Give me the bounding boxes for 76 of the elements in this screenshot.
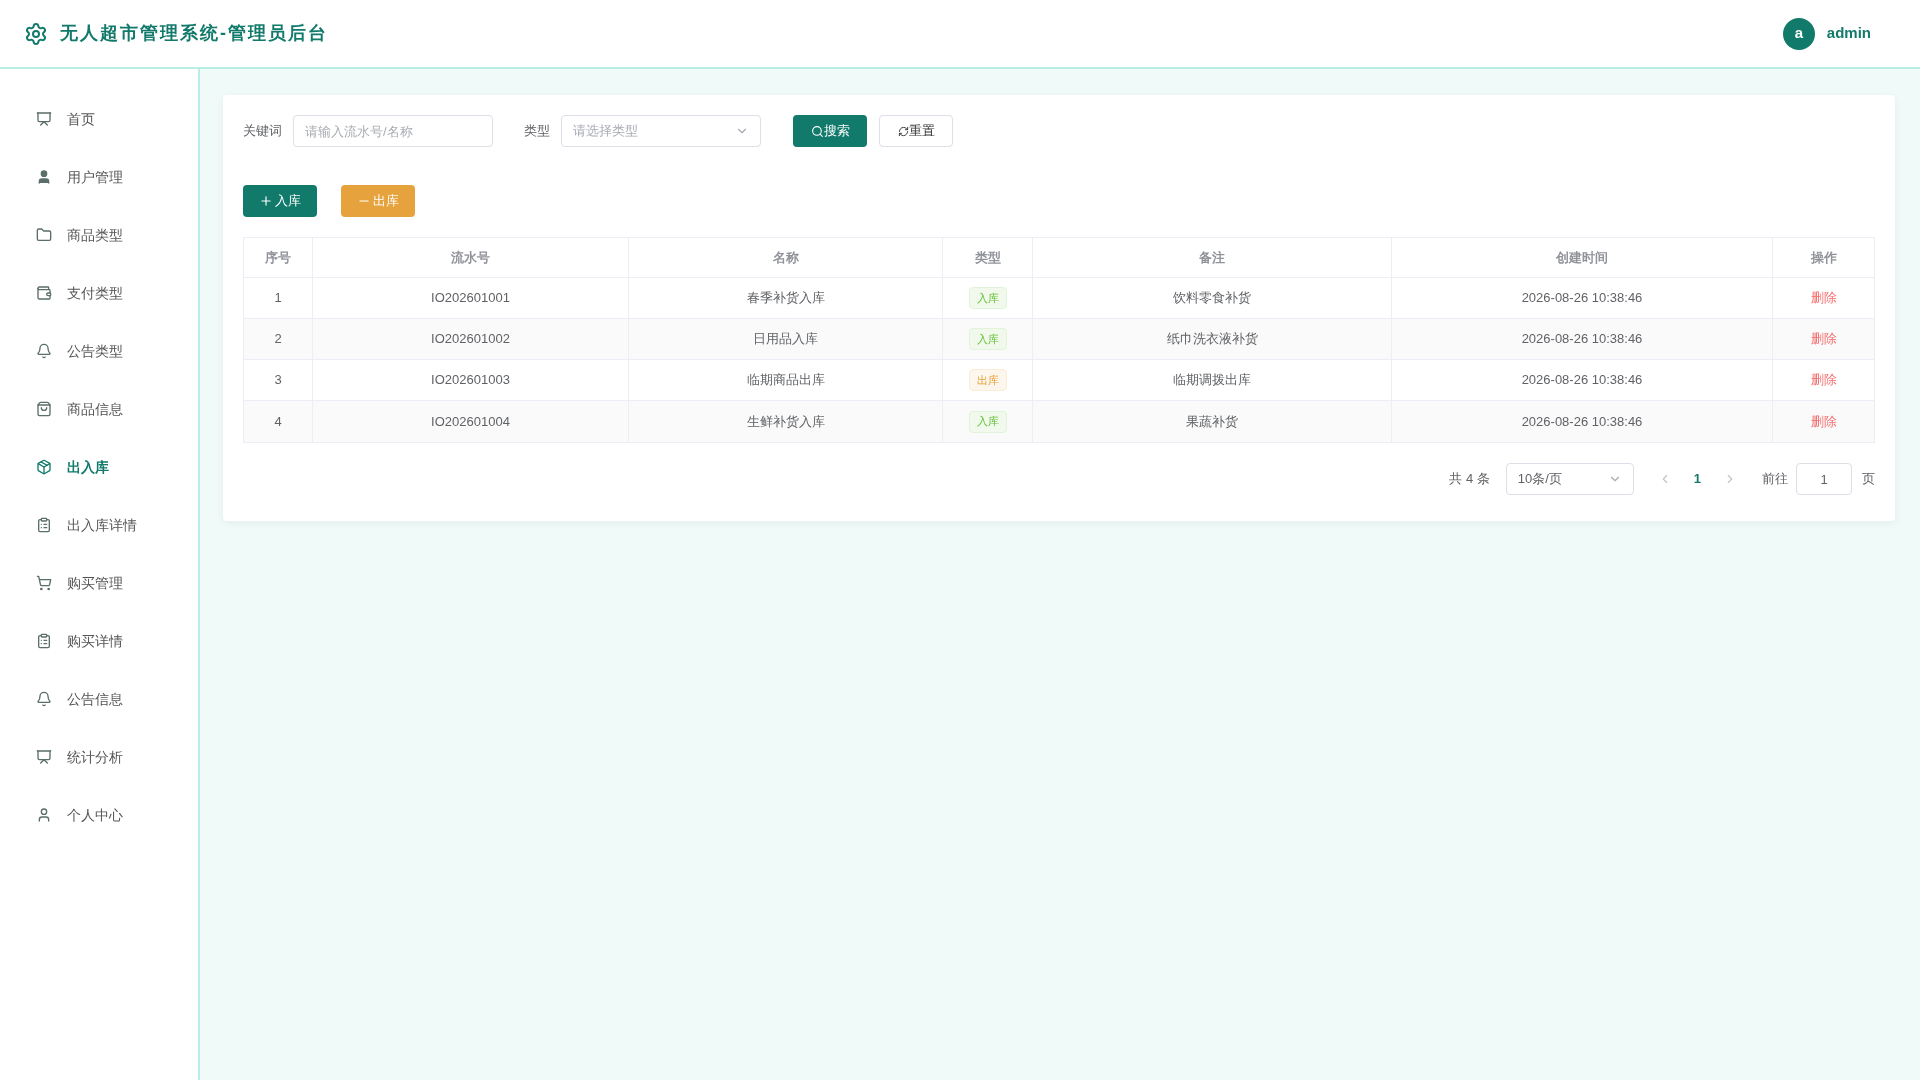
gear-icon xyxy=(24,21,48,46)
table-cell-text: IO202601004 xyxy=(431,412,510,431)
table-cell-text: 临期调拨出库 xyxy=(1173,371,1251,390)
sidebar-item[interactable]: 商品类型 xyxy=(0,206,198,264)
user-avatar[interactable]: a xyxy=(1782,17,1815,50)
table-cell-text: 春季补货入库 xyxy=(746,289,825,308)
goto-label: 前往 xyxy=(1762,470,1788,489)
folder-icon xyxy=(36,227,52,243)
reset-button[interactable]: 重置 xyxy=(879,115,953,147)
type-label: 类型 xyxy=(524,122,550,141)
table-cell-text: 2 xyxy=(274,330,282,349)
table-cell-text: 纸巾洗衣液补货 xyxy=(1166,330,1258,349)
column-header: 名称 xyxy=(772,248,799,267)
total-count: 共 4 条 xyxy=(1449,470,1490,489)
table-cell-text: 临期商品出库 xyxy=(746,371,825,390)
sidebar-item[interactable]: 用户管理 xyxy=(0,148,198,206)
page-size-select[interactable]: 10条/页 xyxy=(1505,463,1634,495)
table-cell-text: 2026-08-26 10:38:46 xyxy=(1521,289,1643,308)
sidebar-item[interactable]: 首页 xyxy=(0,90,198,148)
sidebar-item[interactable]: 公告类型 xyxy=(0,322,198,380)
refresh-icon xyxy=(897,125,909,137)
user-icon xyxy=(36,807,52,823)
goto-page-field[interactable]: 1 xyxy=(1796,463,1852,495)
user-name[interactable]: admin xyxy=(1826,22,1871,45)
column-header: 创建时间 xyxy=(1556,248,1608,267)
sidebar-item[interactable]: 支付类型 xyxy=(0,264,198,322)
column-header: 序号 xyxy=(265,248,291,267)
keyword-field[interactable]: 请输入流水号/名称 xyxy=(293,115,493,147)
bell-icon xyxy=(36,343,52,359)
add-button[interactable]: 入库 xyxy=(243,185,317,217)
table-cell-text: 2026-08-26 10:38:46 xyxy=(1521,371,1643,390)
table-cell-text: 饮料零食补货 xyxy=(1173,289,1251,308)
sidebar-item[interactable]: 个人中心 xyxy=(0,786,198,844)
sidebar-item[interactable]: 购买管理 xyxy=(0,554,198,612)
sidebar-item[interactable]: 出入库详情 xyxy=(0,496,198,554)
type-tag: 入库 xyxy=(968,410,1007,433)
table-cell-text: IO202601003 xyxy=(431,371,510,390)
sidebar-item[interactable]: 购买详情 xyxy=(0,612,198,670)
sidebar-item[interactable]: 公告信息 xyxy=(0,670,198,728)
wallet-icon xyxy=(36,285,52,301)
presentation-icon xyxy=(36,111,52,127)
clipboard-icon xyxy=(36,633,52,649)
column-header: 类型 xyxy=(974,248,1001,267)
page-number[interactable]: 1 xyxy=(1693,469,1701,489)
table-cell-text: IO202601001 xyxy=(431,289,510,308)
table-cell-text: 果蔬补货 xyxy=(1186,412,1238,431)
table-cell-text: 3 xyxy=(274,371,282,390)
table-cell-text: 日用品入库 xyxy=(753,330,818,349)
sidebar-item[interactable]: 出入库 xyxy=(0,438,198,496)
search-button[interactable]: 搜索 xyxy=(793,115,867,147)
column-header: 操作 xyxy=(1810,248,1837,267)
type-tag: 入库 xyxy=(968,287,1007,309)
plus-icon xyxy=(259,194,273,208)
column-header: 流水号 xyxy=(451,248,490,267)
sidebar-item[interactable]: 统计分析 xyxy=(0,728,198,786)
app-title: 无人超市管理系统-管理员后台 xyxy=(60,22,328,45)
type-tag: 出库 xyxy=(968,369,1007,391)
table-cell-text: 1 xyxy=(274,289,282,308)
search-icon xyxy=(810,124,824,138)
presentation-icon xyxy=(36,749,52,765)
cart-icon xyxy=(36,575,52,591)
table-cell-text: 生鲜补货入库 xyxy=(746,412,825,431)
table-cell-text: 2026-08-26 10:38:46 xyxy=(1521,412,1643,431)
bag-icon xyxy=(36,401,52,417)
table-cell-text: IO202601002 xyxy=(431,330,510,349)
type-tag: 入库 xyxy=(968,328,1007,350)
table-cell-text: 2026-08-26 10:38:46 xyxy=(1521,330,1643,349)
bell-icon xyxy=(36,691,52,707)
user-icon xyxy=(36,169,52,185)
page-suffix: 页 xyxy=(1862,470,1875,489)
table-cell-text: 4 xyxy=(274,412,282,431)
box-icon xyxy=(36,459,52,475)
sidebar-item[interactable]: 商品信息 xyxy=(0,380,198,438)
column-header: 备注 xyxy=(1199,248,1225,267)
clipboard-icon xyxy=(36,517,52,533)
keyword-label: 关键词 xyxy=(243,122,282,141)
